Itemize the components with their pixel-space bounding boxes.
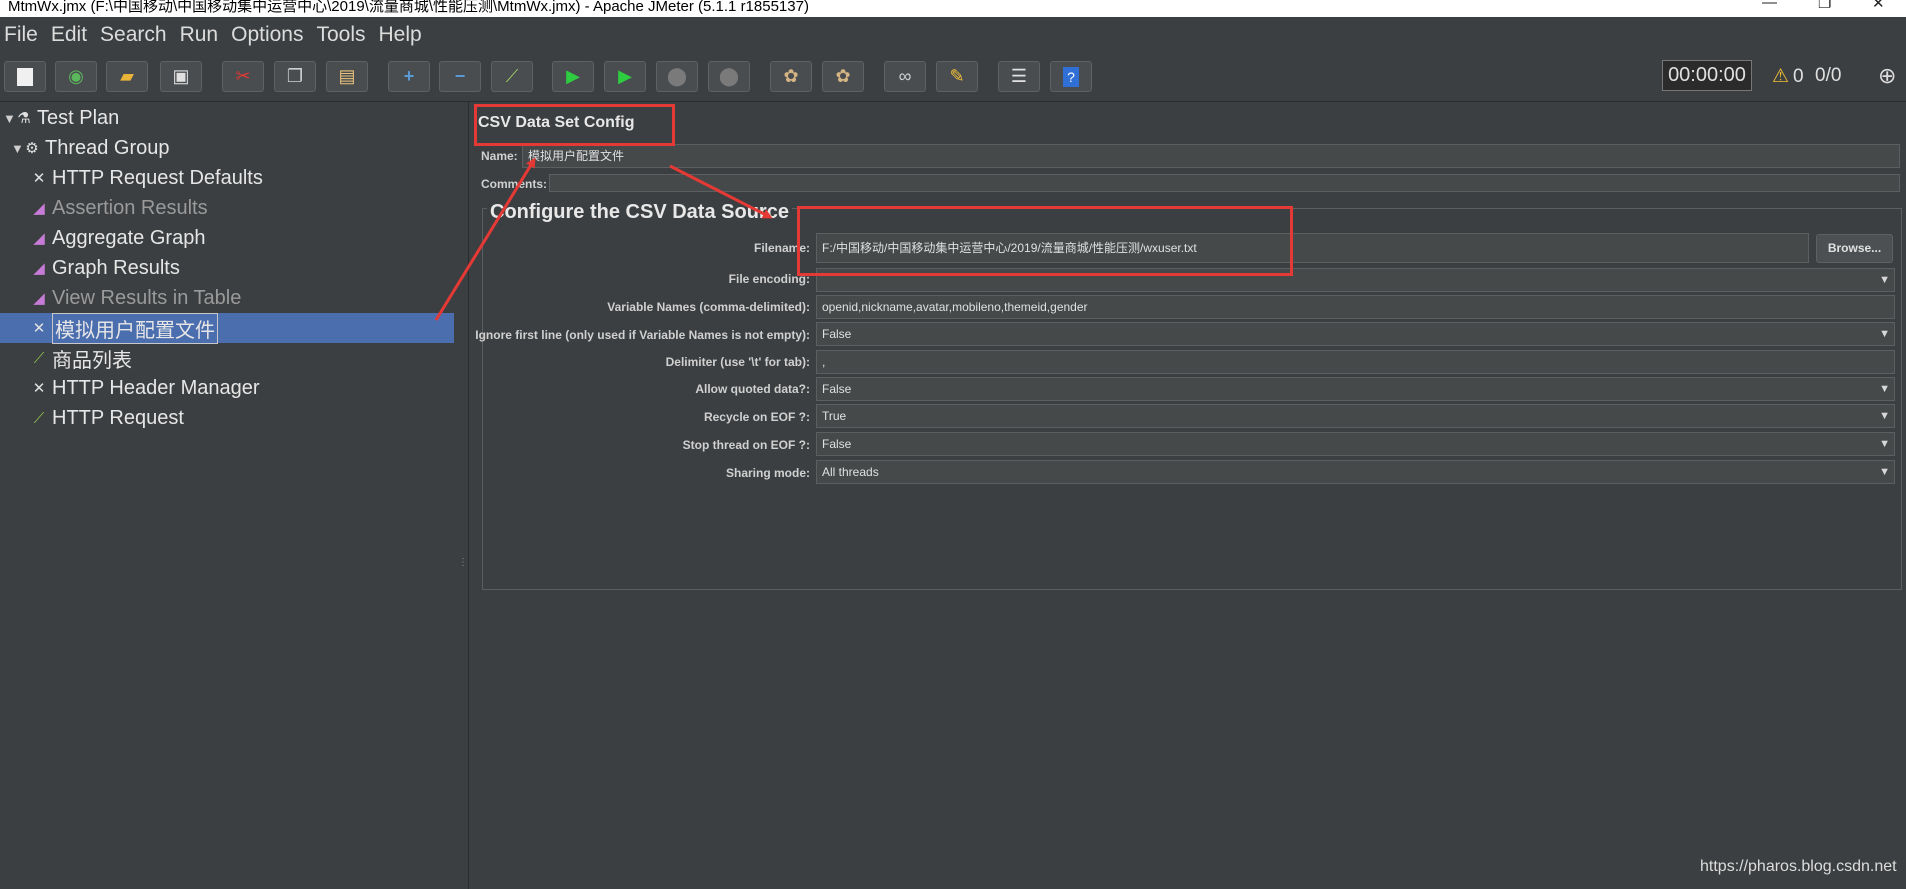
arrow-to-name [434, 157, 536, 321]
annotation-arrows [434, 157, 773, 321]
watermark: https://pharos.blog.csdn.net [1700, 858, 1897, 875]
arrow-to-filename [669, 164, 773, 219]
